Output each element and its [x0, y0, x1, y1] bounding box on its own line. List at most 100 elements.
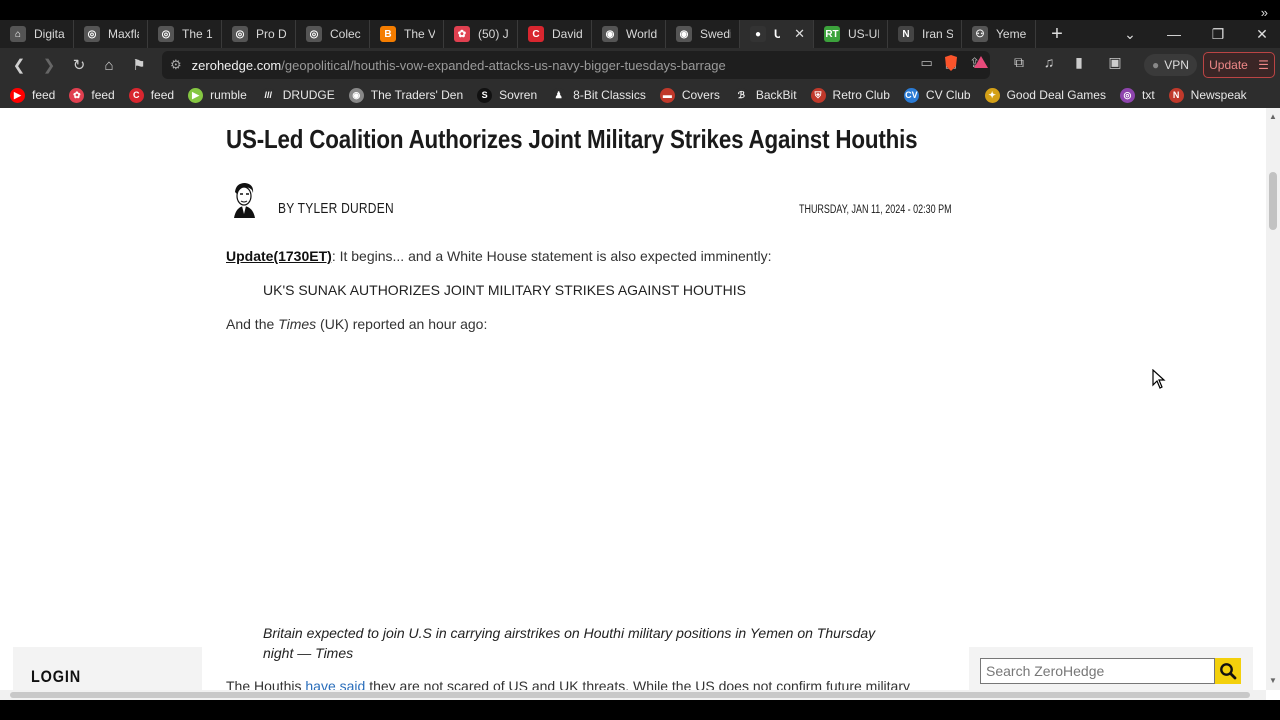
- bookmark-item[interactable]: N Newspeak: [1168, 87, 1247, 103]
- close-tab-icon[interactable]: ✕: [794, 26, 805, 42]
- bookmark-favicon-icon: ♟: [551, 87, 567, 103]
- bookmark-item[interactable]: ▶ feed: [10, 87, 56, 103]
- scroll-up-icon[interactable]: ▲: [1269, 112, 1277, 121]
- search-input[interactable]: [980, 658, 1215, 684]
- extensions-icon[interactable]: ⧉: [1008, 54, 1030, 71]
- browser-tab[interactable]: ● US- ✕: [740, 20, 814, 48]
- bookmark-item[interactable]: CV CV Club: [903, 87, 971, 103]
- browser-tab[interactable]: ◎ Maxflas: [74, 20, 148, 48]
- brave-shields-icon[interactable]: [940, 54, 962, 75]
- tab-favicon-icon: ⚇: [972, 26, 988, 42]
- minimize-button[interactable]: —: [1152, 20, 1196, 48]
- houthis-pre: The Houthis: [226, 678, 306, 690]
- bookmark-favicon-icon: ✦: [984, 87, 1000, 103]
- site-info-icon[interactable]: ⚙: [170, 57, 182, 73]
- bookmark-item[interactable]: ◉ The Traders' Den: [348, 87, 463, 103]
- bookmark-favicon-icon: ▶: [10, 87, 25, 103]
- times-paragraph: And the Times (UK) reported an hour ago:: [226, 316, 487, 332]
- tab-search-icon[interactable]: ⌄: [1108, 20, 1152, 48]
- tab-label: Pro Dec: [256, 27, 287, 41]
- tab-label: Digital F: [34, 27, 65, 41]
- vpn-label: VPN: [1164, 58, 1189, 72]
- browser-tab[interactable]: C David R: [518, 20, 592, 48]
- restore-button[interactable]: ❐: [1196, 20, 1240, 48]
- tab-label: (50) Jud: [478, 27, 509, 41]
- browser-tab[interactable]: B The Ven: [370, 20, 444, 48]
- author-avatar: [226, 180, 262, 218]
- bookmark-favicon-icon: N: [1168, 87, 1184, 103]
- tab-label: Iran Sei: [922, 27, 953, 41]
- bookmark-item[interactable]: S Sovren: [477, 87, 537, 103]
- bookmark-button[interactable]: ⚑: [124, 50, 154, 80]
- close-window-button[interactable]: ✕: [1240, 20, 1280, 48]
- browser-tab[interactable]: ⌂ Digital F: [0, 20, 74, 48]
- bookmarks-overflow-icon[interactable]: »: [1261, 5, 1268, 20]
- reload-button[interactable]: ↻: [64, 50, 94, 80]
- browser-tab[interactable]: ✿ (50) Jud: [444, 20, 518, 48]
- bookmark-favicon-icon: ▬: [659, 87, 675, 103]
- cast-icon[interactable]: ▭: [921, 55, 933, 71]
- have-said-link[interactable]: have said: [305, 678, 365, 690]
- bookmark-favicon-icon: ⛨: [810, 87, 826, 103]
- author-byline[interactable]: BY TYLER DURDEN: [278, 200, 394, 217]
- bookmark-item[interactable]: ♟ 8-Bit Classics: [551, 87, 646, 103]
- bookmark-item[interactable]: Cfeed: [128, 87, 174, 103]
- bookmark-label: rumble: [210, 88, 247, 102]
- browser-tab[interactable]: ◉ World E: [592, 20, 666, 48]
- bookmark-item[interactable]: ⛨ Retro Club: [810, 87, 890, 103]
- forward-button[interactable]: ❯: [34, 50, 64, 80]
- vertical-scroll-thumb[interactable]: [1269, 172, 1277, 230]
- tab-favicon-icon: ◉: [602, 26, 618, 42]
- tab-favicon-icon: RT: [824, 26, 840, 42]
- browser-tab[interactable]: ◉ Swedish: [666, 20, 740, 48]
- bookmark-favicon-icon: ◎: [1119, 87, 1135, 103]
- browser-tab[interactable]: ◎ ColecoV: [296, 20, 370, 48]
- new-tab-button[interactable]: +: [1042, 20, 1072, 48]
- scroll-down-icon[interactable]: ▼: [1269, 676, 1277, 685]
- horizontal-scroll-thumb[interactable]: [10, 692, 1250, 698]
- search-button[interactable]: [1215, 658, 1241, 684]
- home-button[interactable]: ⌂: [94, 50, 124, 80]
- window-top-strip: [0, 0, 1280, 20]
- browser-tab[interactable]: N Iran Sei: [888, 20, 962, 48]
- tab-label: ColecoV: [330, 27, 361, 41]
- times-post: (UK) reported an hour ago:: [316, 316, 488, 332]
- bookmark-item[interactable]: ◎ txt: [1119, 87, 1155, 103]
- bookmark-item[interactable]: ▶ rumble: [188, 87, 247, 103]
- article-date: THURSDAY, JAN 11, 2024 - 02:30 PM: [799, 204, 952, 216]
- browser-tab[interactable]: RT US-UK a: [814, 20, 888, 48]
- bookmark-item[interactable]: ✿ feed: [69, 87, 115, 103]
- bookmark-favicon-icon: ▶: [188, 87, 204, 103]
- vpn-button[interactable]: ● VPN: [1144, 54, 1197, 76]
- browser-tab[interactable]: ⚇ Yemen's: [962, 20, 1036, 48]
- update-button[interactable]: Update ☰: [1203, 52, 1275, 78]
- navigation-bar: ❮ ❯ ↻ ⌂ ⚑ ⚙ zerohedge.com/geopolitical/h…: [0, 48, 1280, 82]
- tab-favicon-icon: ◎: [232, 26, 248, 42]
- tab-favicon-icon: ●: [750, 26, 766, 42]
- update-link[interactable]: Update(1730ET): [226, 248, 332, 264]
- vertical-scrollbar[interactable]: ▲ ▼: [1266, 108, 1280, 690]
- block-quote: UK'S SUNAK AUTHORIZES JOINT MILITARY STR…: [263, 282, 746, 298]
- browser-tab[interactable]: ◎ The 18 I: [148, 20, 222, 48]
- tab-label: David R: [552, 27, 583, 41]
- article-title: US-Led Coalition Authorizes Joint Milita…: [226, 124, 918, 154]
- bookmarks-bar: ▶ feed ✿ feed Cfeed ▶ rumble ///DRUDGE ◉ The Trad…: [0, 82, 1280, 108]
- wallet-icon[interactable]: ▣: [1104, 54, 1126, 71]
- horizontal-scrollbar[interactable]: [0, 690, 1266, 700]
- tab-label: World E: [626, 27, 657, 41]
- login-link[interactable]: LOGIN: [31, 667, 81, 687]
- bookmark-item[interactable]: /// DRUDGE: [260, 87, 335, 103]
- times-name: Times: [278, 316, 317, 332]
- bookmark-label: feed: [32, 88, 56, 102]
- bookmark-item[interactable]: ℬ BackBit: [733, 87, 797, 103]
- bookmark-item[interactable]: ▬ Covers: [659, 87, 720, 103]
- media-icon[interactable]: ♫: [1038, 54, 1060, 70]
- search-panel: [969, 647, 1253, 690]
- brave-rewards-icon[interactable]: [970, 54, 992, 73]
- sidebar-toggle-icon[interactable]: ▮: [1068, 54, 1090, 71]
- tab-favicon-icon: N: [898, 26, 914, 42]
- browser-tab[interactable]: ◎ Pro Dec: [222, 20, 296, 48]
- bookmark-item[interactable]: ✦ Good Deal Games: [984, 87, 1106, 103]
- address-bar[interactable]: ⚙ zerohedge.com/geopolitical/houthis-vow…: [162, 51, 990, 79]
- back-button[interactable]: ❮: [4, 50, 34, 80]
